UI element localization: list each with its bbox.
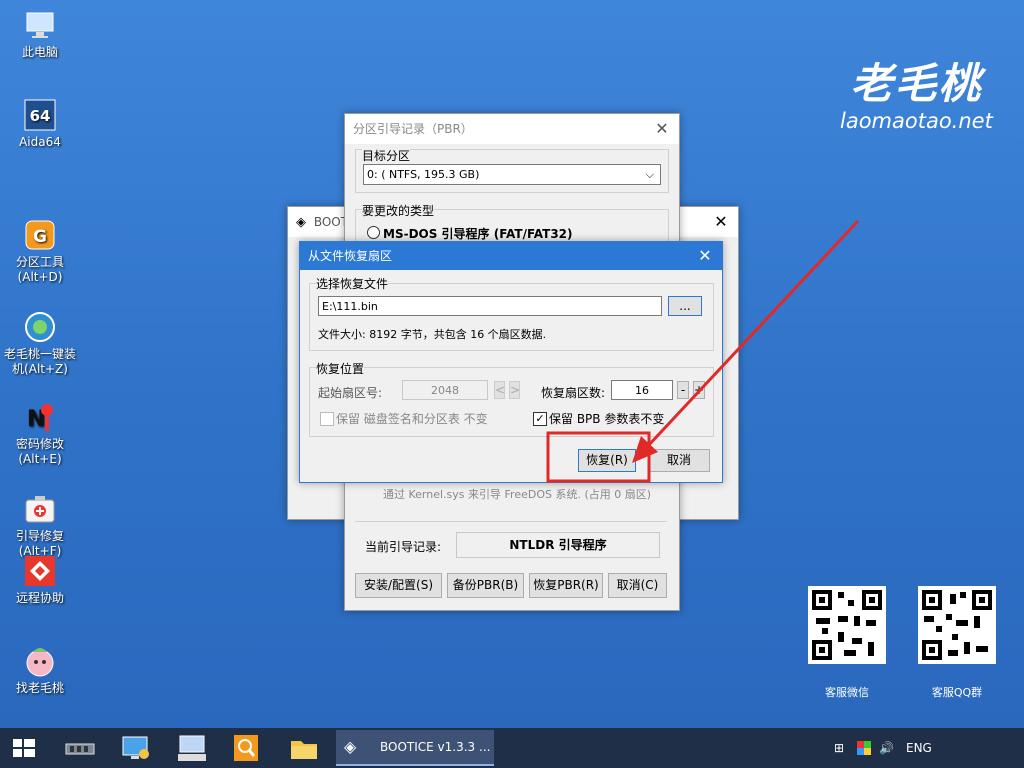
taskbar-bootice-app[interactable]: ◈ BOOTICE v1.3.3 ... (336, 730, 494, 766)
taskbar: ◈ BOOTICE v1.3.3 ... ⊞ 🔊 ENG (0, 728, 1024, 768)
taskbar-search-tool[interactable] (228, 732, 264, 764)
tray-volume-icon[interactable]: 🔊 (879, 741, 894, 755)
desktop: 此电脑 64 Aida64 G 分区工具 (Alt+D) 老毛桃一键装 机(Al… (0, 0, 1024, 728)
bootice-taskbar-icon: ◈ (344, 737, 357, 756)
windows-icon (13, 739, 35, 757)
taskbar-network-tool[interactable] (118, 732, 154, 764)
network-pc-icon (122, 736, 149, 759)
highlight-box (546, 431, 651, 483)
color-palette-icon (857, 741, 871, 755)
taskbar-file-explorer[interactable] (286, 732, 322, 764)
taskbar-keyboard-tool[interactable] (174, 732, 210, 764)
red-annotation (546, 219, 860, 483)
pointer-arrow-line (645, 219, 860, 449)
taskbar-app-label: BOOTICE v1.3.3 ... (380, 740, 491, 754)
language-indicator[interactable]: ENG (906, 741, 932, 755)
tray-network-icon[interactable]: ⊞ (834, 741, 844, 755)
keyboard-monitor-icon (178, 735, 206, 761)
folder-icon (291, 741, 317, 759)
memory-chip-icon (65, 743, 95, 755)
tray-color-icon[interactable] (857, 741, 871, 758)
magnifier-icon (234, 735, 258, 761)
taskbar-memory-tool[interactable] (62, 732, 98, 764)
start-button[interactable] (6, 732, 42, 764)
